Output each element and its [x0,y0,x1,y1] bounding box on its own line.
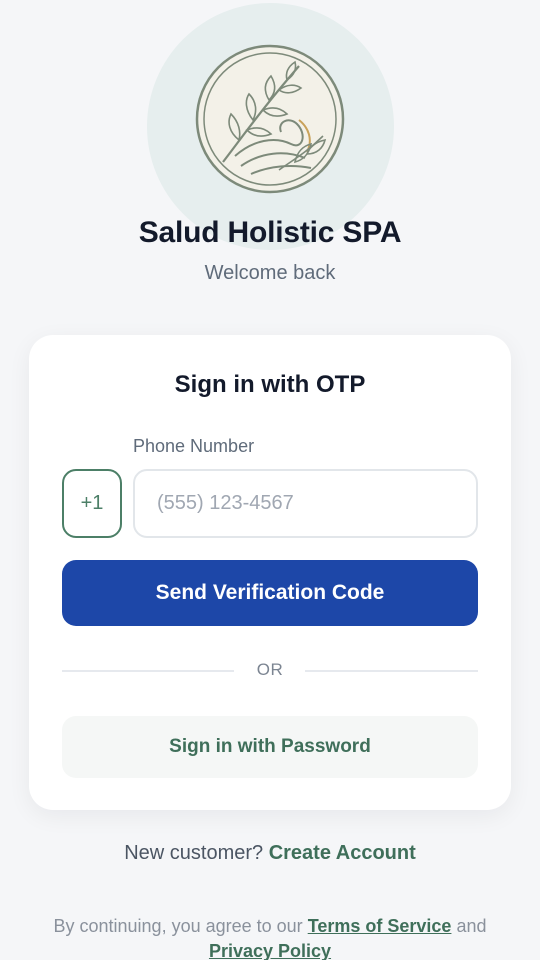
legal-prefix-text: By continuing, you agree to our [53,916,303,936]
login-screen: Salud Holistic SPA Welcome back Sign in … [0,0,540,960]
create-account-link[interactable]: Create Account [269,842,416,864]
card-title: Sign in with OTP [174,371,366,398]
phone-number-label: Phone Number [133,436,255,456]
signup-prompt-row: New customer? Create Account [0,842,540,865]
legal-conjunction-text: and [456,916,487,936]
phone-number-input[interactable] [133,469,478,538]
signup-prompt-text: New customer? [124,842,264,864]
welcome-subtitle: Welcome back [204,262,336,284]
send-verification-code-button[interactable]: Send Verification Code [62,560,478,626]
brand-title: Salud Holistic SPA [138,216,402,249]
legal-notice: By continuing, you agree to our Terms of… [20,914,520,960]
divider-line-right [305,670,478,672]
signin-with-password-button[interactable]: Sign in with Password [62,716,478,778]
leaf-wave-emblem-icon [195,44,345,194]
privacy-policy-link[interactable]: Privacy Policy [209,941,331,960]
terms-of-service-link[interactable]: Terms of Service [308,916,452,936]
country-code-selector[interactable]: +1 [62,469,122,538]
